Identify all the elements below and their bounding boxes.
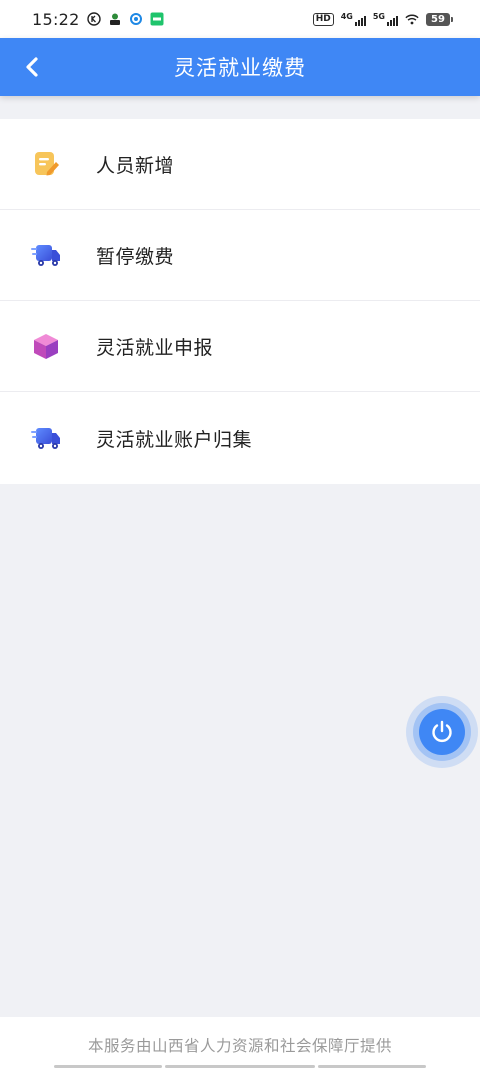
menu-item-add-person[interactable]: 人员新增 [0,119,480,210]
person-app-icon [108,12,122,26]
edit-document-icon [31,149,61,179]
network-5g-label: 5G [372,12,385,21]
footer: 本服务由山西省人力资源和社会保障厅提供 [0,1017,480,1070]
app-header: 灵活就业缴费 [0,38,480,96]
menu-item-label: 暂停缴费 [96,245,175,268]
delivery-truck-icon [31,240,61,270]
delivery-truck-icon [31,423,61,453]
power-float-button-core [419,709,465,755]
iqiyi-app-icon [150,12,164,26]
status-right: HD 4G 5G 59 [312,12,453,26]
back-button[interactable] [14,49,50,85]
menu-item-label: 灵活就业账户归集 [96,428,253,451]
footer-provider-text: 本服务由山西省人力资源和社会保障厅提供 [87,1037,392,1055]
menu-item-label: 人员新增 [96,154,175,177]
signal-4g-icon: 4G [341,12,366,26]
status-left: 15:22 [32,10,164,29]
power-float-button[interactable] [406,696,478,768]
signal-5g-icon: 5G [373,12,398,26]
power-float-button-halo [413,703,471,761]
home-indicator [54,1065,426,1068]
battery-indicator: 59 [426,12,453,26]
cube-box-icon [31,331,61,361]
menu-item-pause-payment[interactable]: 暂停缴费 [0,210,480,301]
chevron-left-icon [26,57,38,77]
status-bar: 15:22 HD 4G 5G 59 [0,0,480,38]
menu-item-label: 灵活就业申报 [96,336,214,359]
power-icon [432,720,452,743]
hd-badge: HD [312,12,334,26]
browser-app-icon [129,12,143,26]
network-4g-label: 4G [340,12,353,21]
menu-item-account-aggregation[interactable]: 灵活就业账户归集 [0,392,480,484]
page-title: 灵活就业缴费 [174,56,306,80]
wifi-icon [405,12,419,26]
k-app-icon [86,12,101,26]
status-time: 15:22 [32,9,80,29]
menu-list: 人员新增 暂停缴费 灵活就业申报 灵活就业账户归集 [0,119,480,484]
menu-item-flexible-employment-declaration[interactable]: 灵活就业申报 [0,301,480,392]
